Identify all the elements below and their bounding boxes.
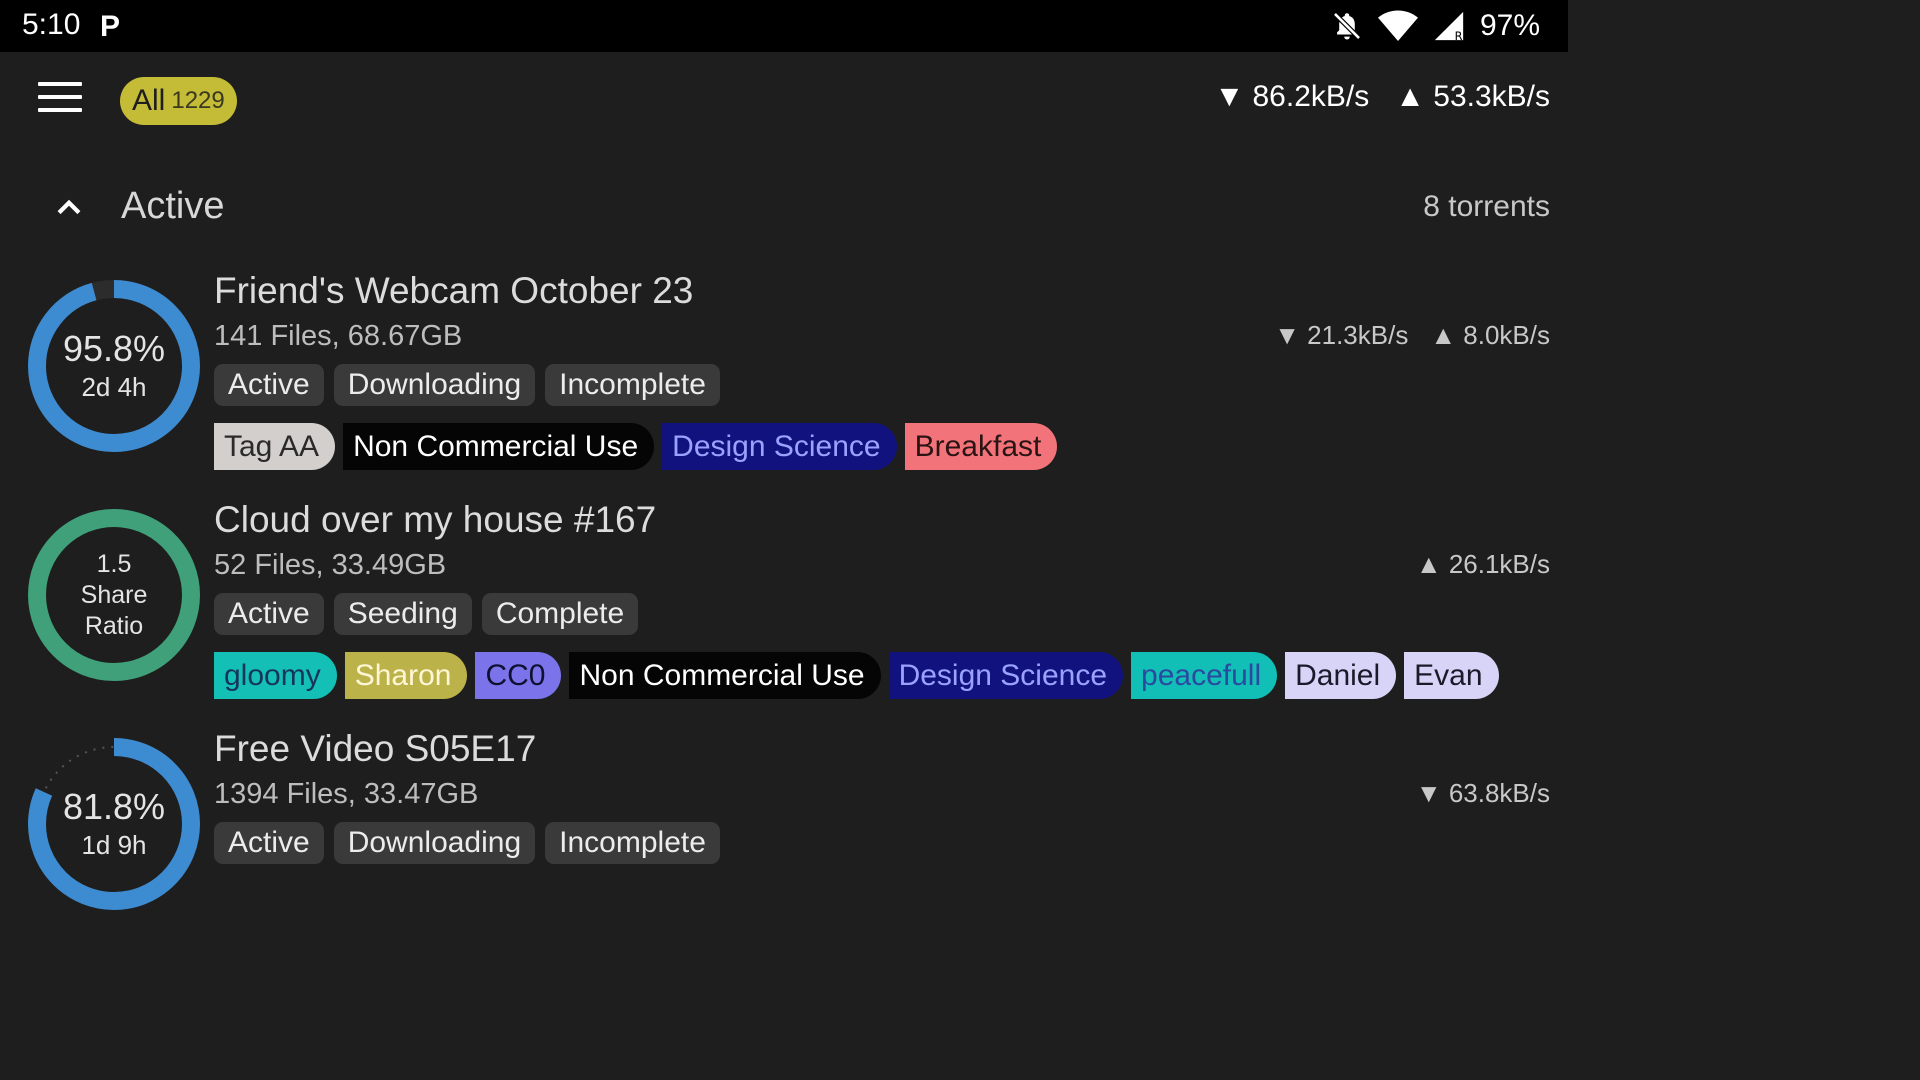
eta: 1d 9h xyxy=(81,830,147,860)
section-title: Active xyxy=(121,185,225,227)
status-chips: Active Seeding Complete xyxy=(214,593,639,635)
status-chip: Downloading xyxy=(333,822,536,864)
tag-chip: Tag AA xyxy=(214,423,336,470)
progress-ring-label: 95.8% 2d 4h xyxy=(28,280,200,452)
status-chip: Downloading xyxy=(333,364,536,406)
status-chip: Active xyxy=(214,593,324,635)
tag-chip: Breakfast xyxy=(904,423,1058,470)
torrent-download-rate: ▼ 63.8kB/s xyxy=(1415,778,1550,808)
torrent-rates: ▼ 63.8kB/s xyxy=(1416,778,1550,809)
battery-level: 97% xyxy=(1479,9,1540,42)
status-icons: R 97% xyxy=(1330,6,1540,46)
status-chip: Complete xyxy=(481,593,639,635)
tag-chip: peacefull xyxy=(1131,652,1278,699)
progress-ring-label: 81.8% 1d 9h xyxy=(28,738,200,910)
torrent-rates: ▲ 26.1kB/s xyxy=(1416,549,1550,580)
torrent-meta: 52 Files, 33.49GB xyxy=(214,549,447,581)
filter-label: All xyxy=(132,84,166,117)
status-bar: 5:10 P R 97% xyxy=(0,0,1568,52)
tag-chip: Daniel xyxy=(1285,652,1397,699)
status-chip: Incomplete xyxy=(545,822,720,864)
tag-chip: Evan xyxy=(1404,652,1499,699)
torrent-row[interactable]: 81.8% 1d 9h Free Video S05E17 1394 Files… xyxy=(0,728,1568,910)
tag-list: Tag AA Non Commercial Use Design Science… xyxy=(214,423,1058,470)
progress-percent: 81.8% xyxy=(62,786,166,827)
global-speeds: ▼ 86.2kB/s ▲ 53.3kB/s xyxy=(1214,80,1550,114)
torrent-upload-rate: ▲ 26.1kB/s xyxy=(1415,549,1550,579)
torrent-download-rate: ▼ 21.3kB/s xyxy=(1274,320,1409,350)
status-time: 5:10 xyxy=(22,8,81,41)
status-chips: Active Downloading Incomplete xyxy=(214,822,720,864)
torrent-name: Free Video S05E17 xyxy=(214,728,537,769)
tag-chip: Non Commercial Use xyxy=(343,423,655,470)
filter-count: 1229 xyxy=(171,87,225,114)
share-ratio-text: Ratio xyxy=(84,611,144,640)
torrent-row[interactable]: 1.5 Share Ratio Cloud over my house #167… xyxy=(0,499,1568,709)
share-ratio-text: Share xyxy=(80,580,148,609)
torrent-meta: 141 Files, 68.67GB xyxy=(214,320,463,352)
status-chip: Seeding xyxy=(333,593,472,635)
section-count: 8 torrents xyxy=(1423,190,1550,223)
eta: 2d 4h xyxy=(81,372,147,402)
filter-chip[interactable]: All 1229 xyxy=(120,77,237,125)
app-notification-icon: P xyxy=(100,10,121,43)
share-ratio-value: 1.5 xyxy=(96,549,132,578)
notifications-off-icon xyxy=(1333,12,1361,40)
torrent-upload-rate: ▲ 8.0kB/s xyxy=(1430,320,1550,350)
tag-chip: CC0 xyxy=(475,652,562,699)
section-header-active[interactable]: Active 8 torrents xyxy=(0,170,1568,244)
torrent-rates: ▼ 21.3kB/s ▲ 8.0kB/s xyxy=(1274,320,1550,351)
svg-text:R: R xyxy=(1455,29,1463,43)
status-chip: Active xyxy=(214,364,324,406)
global-upload-speed: ▲ 53.3kB/s xyxy=(1395,80,1550,113)
tag-list: gloomy Sharon CC0 Non Commercial Use Des… xyxy=(214,652,1499,699)
cell-signal-icon: R xyxy=(1434,11,1464,43)
torrent-row[interactable]: 95.8% 2d 4h Friend's Webcam October 23 1… xyxy=(0,270,1568,480)
progress-percent: 95.8% xyxy=(62,328,166,369)
torrent-meta: 1394 Files, 33.47GB xyxy=(214,778,479,810)
menu-icon[interactable] xyxy=(38,82,82,118)
chevron-up-icon xyxy=(57,199,81,215)
tag-chip: Non Commercial Use xyxy=(569,652,881,699)
tag-chip: gloomy xyxy=(214,652,337,699)
app-bar: All 1229 ▼ 86.2kB/s ▲ 53.3kB/s xyxy=(0,52,1568,150)
tag-chip: Sharon xyxy=(344,652,468,699)
torrent-name: Cloud over my house #167 xyxy=(214,499,657,540)
status-chip: Active xyxy=(214,822,324,864)
torrent-name: Friend's Webcam October 23 xyxy=(214,270,694,311)
wifi-icon xyxy=(1377,10,1418,41)
global-download-speed: ▼ 86.2kB/s xyxy=(1214,80,1370,113)
share-ratio-label: 1.5 Share Ratio xyxy=(28,509,200,681)
status-chips: Active Downloading Incomplete xyxy=(214,364,720,406)
tag-chip: Design Science xyxy=(888,652,1124,699)
status-chip: Incomplete xyxy=(545,364,720,406)
tag-chip: Design Science xyxy=(662,423,897,470)
